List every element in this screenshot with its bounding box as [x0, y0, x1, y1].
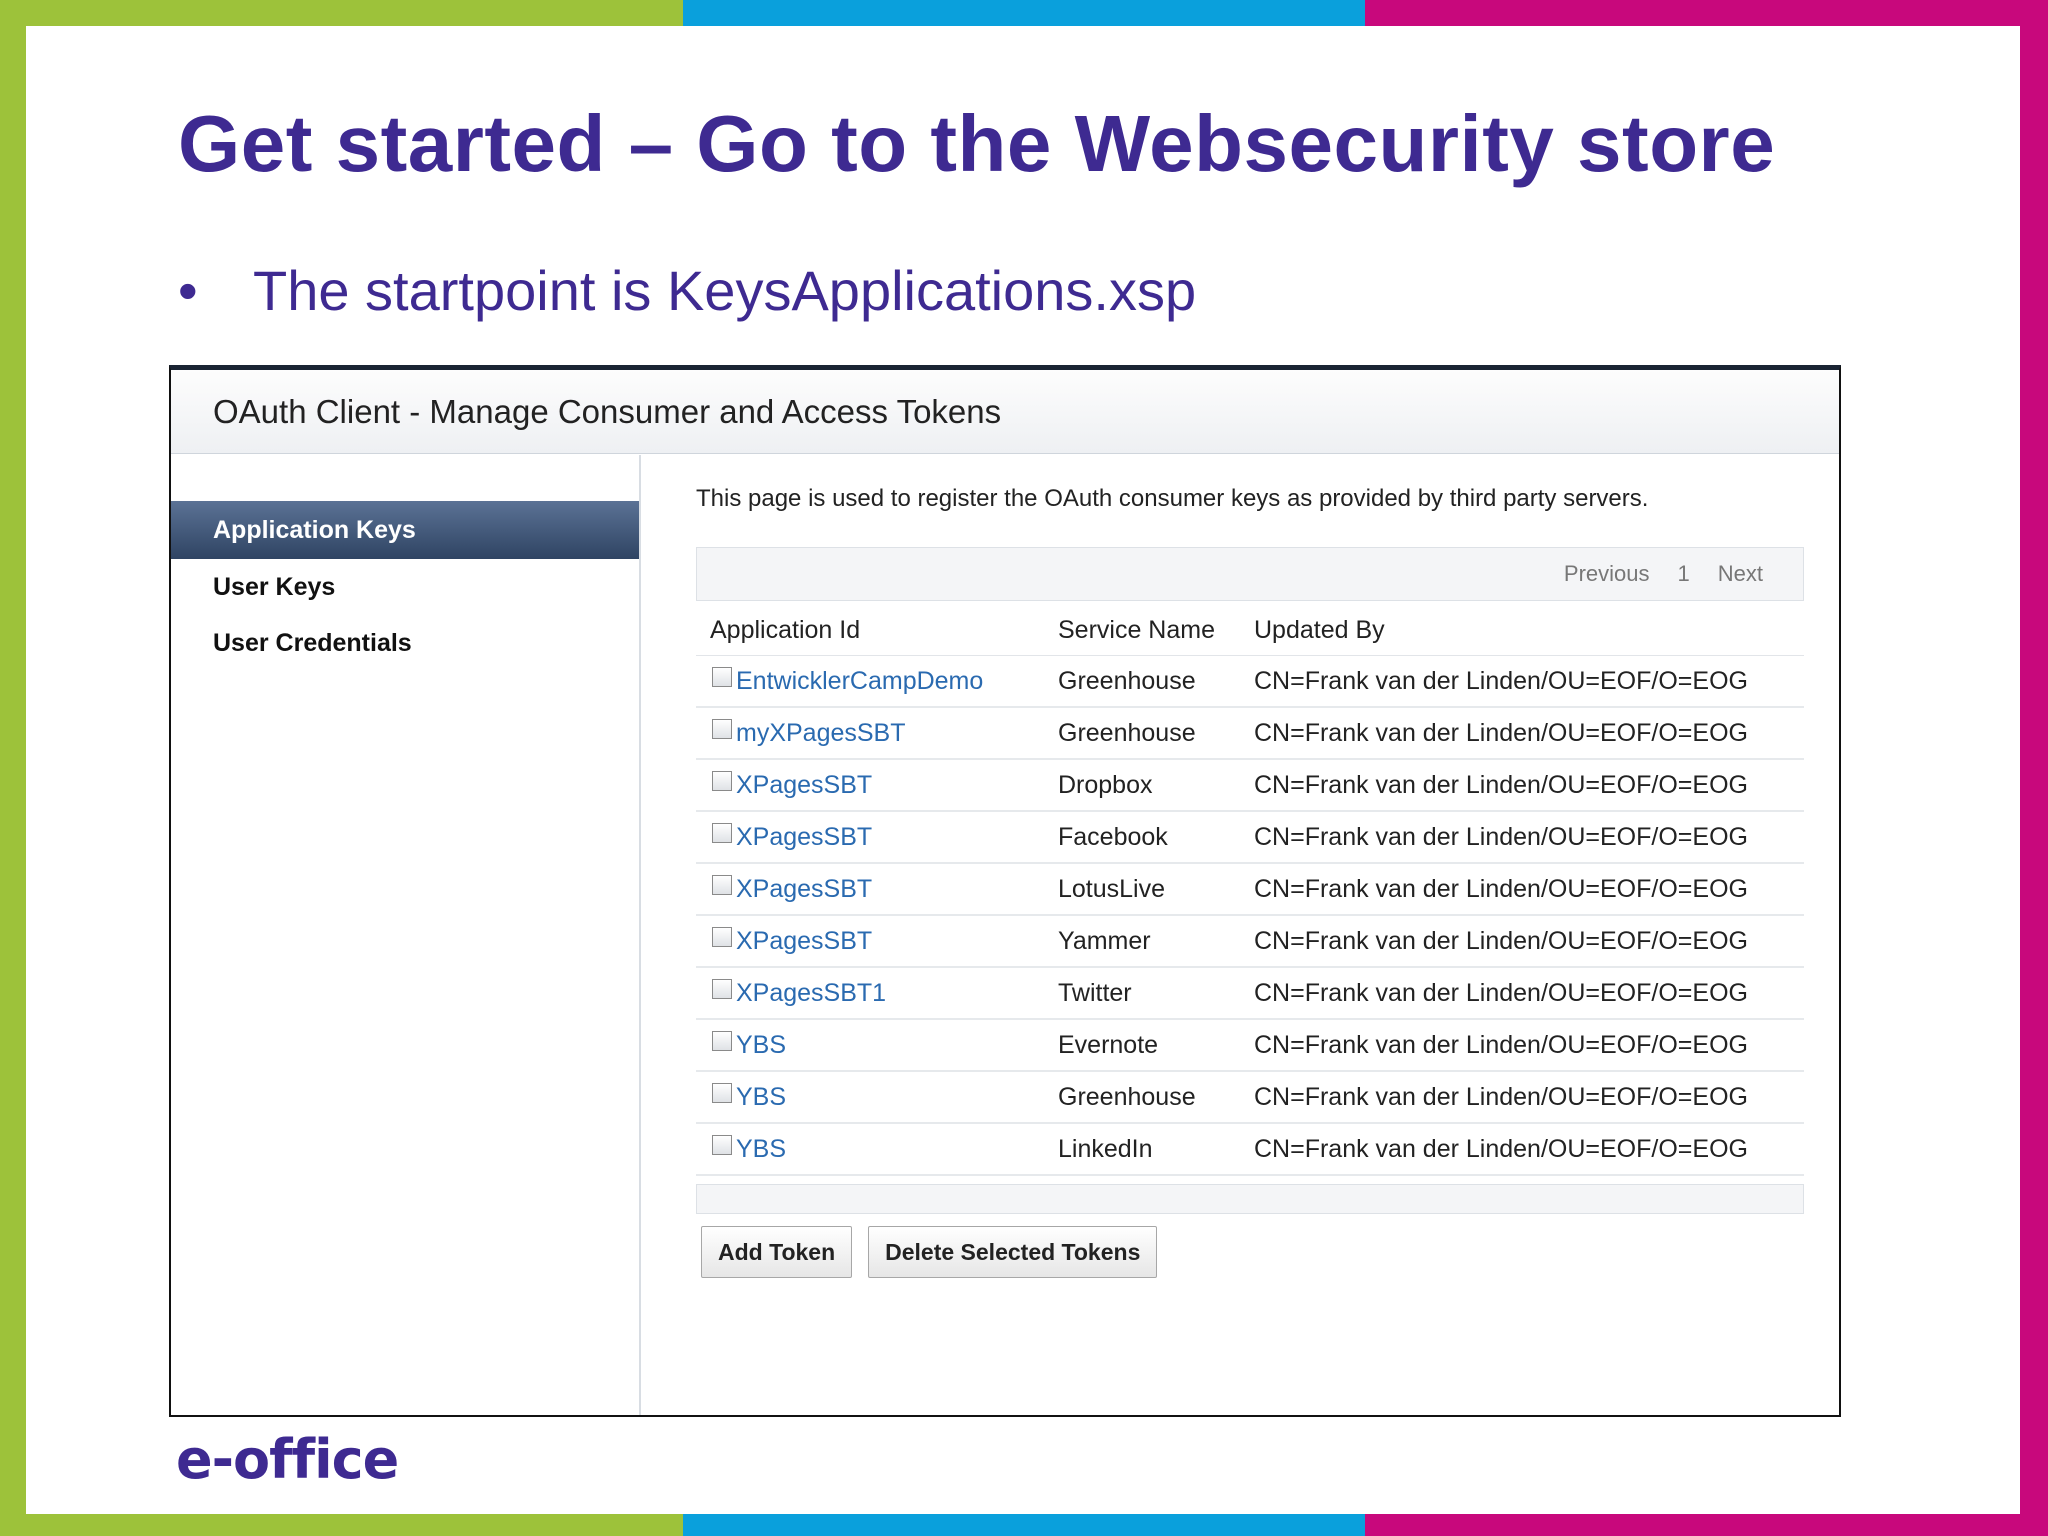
column-header-service-name: Service Name [1058, 605, 1254, 656]
bullet-dot: • [178, 259, 198, 322]
row-checkbox[interactable] [712, 719, 732, 739]
application-id-link[interactable]: YBS [736, 1135, 786, 1164]
application-id-link[interactable]: XPagesSBT [736, 771, 872, 800]
application-id-link[interactable]: XPagesSBT [736, 823, 872, 852]
table-row: EntwicklerCampDemo Greenhouse CN=Frank v… [696, 655, 1804, 708]
updated-by-cell: CN=Frank van der Linden/OU=EOF/O=EOG [1254, 655, 1804, 708]
application-id-link[interactable]: myXPagesSBT [736, 719, 906, 748]
service-name-cell: Twitter [1058, 967, 1254, 1020]
table-row: XPagesSBT Yammer CN=Frank van der Linden… [696, 915, 1804, 968]
service-name-cell: Evernote [1058, 1019, 1254, 1072]
button-bar: Add Token Delete Selected Tokens [696, 1226, 1805, 1278]
updated-by-cell: CN=Frank van der Linden/OU=EOF/O=EOG [1254, 863, 1804, 916]
service-name-cell: Greenhouse [1058, 655, 1254, 708]
application-id-link[interactable]: XPagesSBT1 [736, 979, 886, 1008]
row-checkbox[interactable] [712, 1031, 732, 1051]
sidebar-item-user-credentials[interactable]: User Credentials [171, 615, 639, 671]
main-content: This page is used to register the OAuth … [696, 455, 1805, 1415]
page-description: This page is used to register the OAuth … [696, 485, 1649, 512]
bullet-text: The startpoint is KeysApplications.xsp [253, 259, 1197, 322]
row-checkbox[interactable] [712, 979, 732, 999]
table-row: XPagesSBT Facebook CN=Frank van der Lind… [696, 811, 1804, 864]
service-name-cell: Greenhouse [1058, 707, 1254, 760]
application-id-link[interactable]: YBS [736, 1031, 786, 1060]
frame-bottom-magenta [1365, 1514, 2048, 1536]
service-name-cell: LotusLive [1058, 863, 1254, 916]
sidebar-item-application-keys[interactable]: Application Keys [171, 501, 639, 559]
pager-next-link[interactable]: Next [1718, 561, 1763, 587]
row-checkbox[interactable] [712, 823, 732, 843]
application-id-link[interactable]: EntwicklerCampDemo [736, 667, 983, 696]
pager: Previous 1 Next [696, 547, 1804, 601]
service-name-cell: Facebook [1058, 811, 1254, 864]
service-name-cell: LinkedIn [1058, 1123, 1254, 1176]
application-id-link[interactable]: XPagesSBT [736, 875, 872, 904]
sidebar-item-label: User Credentials [213, 628, 412, 657]
application-id-link[interactable]: XPagesSBT [736, 927, 872, 956]
table-footer-bar [696, 1184, 1804, 1214]
table-row: XPagesSBT Dropbox CN=Frank van der Linde… [696, 759, 1804, 812]
table-row: myXPagesSBT Greenhouse CN=Frank van der … [696, 707, 1804, 760]
service-name-cell: Yammer [1058, 915, 1254, 968]
frame-bottom-bar [0, 1514, 2048, 1536]
tokens-table: Application Id Service Name Updated By E… [696, 605, 1804, 1176]
updated-by-cell: CN=Frank van der Linden/OU=EOF/O=EOG [1254, 1123, 1804, 1176]
sidebar-item-label: User Keys [213, 572, 336, 601]
frame-right-bar [2020, 0, 2048, 1536]
frame-top-green [0, 0, 683, 26]
row-checkbox[interactable] [712, 927, 732, 947]
frame-bottom-green [0, 1514, 683, 1536]
frame-left-bar [0, 0, 26, 1536]
table-row: YBS Greenhouse CN=Frank van der Linden/O… [696, 1071, 1804, 1124]
app-header-title: OAuth Client - Manage Consumer and Acces… [213, 392, 1002, 430]
application-id-link[interactable]: YBS [736, 1083, 786, 1112]
pager-previous-link[interactable]: Previous [1564, 561, 1650, 587]
column-header-updated-by: Updated By [1254, 605, 1804, 656]
updated-by-cell: CN=Frank van der Linden/OU=EOF/O=EOG [1254, 1019, 1804, 1072]
sidebar-item-user-keys[interactable]: User Keys [171, 559, 639, 615]
column-header-application-id: Application Id [696, 605, 1058, 656]
e-office-logo: e-office [176, 1428, 399, 1491]
service-name-cell: Greenhouse [1058, 1071, 1254, 1124]
slide-title: Get started – Go to the Websecurity stor… [178, 99, 1776, 188]
app-screenshot: OAuth Client - Manage Consumer and Acces… [169, 365, 1841, 1417]
updated-by-cell: CN=Frank van der Linden/OU=EOF/O=EOG [1254, 1071, 1804, 1124]
frame-top-blue [682, 0, 1366, 26]
frame-bottom-blue [682, 1514, 1366, 1536]
pager-page-number[interactable]: 1 [1678, 561, 1690, 587]
delete-selected-tokens-button[interactable]: Delete Selected Tokens [868, 1226, 1158, 1278]
frame-top-bar [0, 0, 2048, 26]
row-checkbox[interactable] [712, 1083, 732, 1103]
add-token-button[interactable]: Add Token [701, 1226, 853, 1278]
updated-by-cell: CN=Frank van der Linden/OU=EOF/O=EOG [1254, 967, 1804, 1020]
table-row: YBS Evernote CN=Frank van der Linden/OU=… [696, 1019, 1804, 1072]
updated-by-cell: CN=Frank van der Linden/OU=EOF/O=EOG [1254, 811, 1804, 864]
row-checkbox[interactable] [712, 771, 732, 791]
table-header-row: Application Id Service Name Updated By [696, 605, 1804, 656]
service-name-cell: Dropbox [1058, 759, 1254, 812]
app-header: OAuth Client - Manage Consumer and Acces… [171, 370, 1839, 454]
sidebar-item-label: Application Keys [213, 515, 416, 544]
table-row: XPagesSBT LotusLive CN=Frank van der Lin… [696, 863, 1804, 916]
table-row: XPagesSBT1 Twitter CN=Frank van der Lind… [696, 967, 1804, 1020]
row-checkbox[interactable] [712, 875, 732, 895]
frame-top-magenta [1365, 0, 2048, 26]
updated-by-cell: CN=Frank van der Linden/OU=EOF/O=EOG [1254, 915, 1804, 968]
row-checkbox[interactable] [712, 1135, 732, 1155]
table-row: YBS LinkedIn CN=Frank van der Linden/OU=… [696, 1123, 1804, 1176]
updated-by-cell: CN=Frank van der Linden/OU=EOF/O=EOG [1254, 707, 1804, 760]
updated-by-cell: CN=Frank van der Linden/OU=EOF/O=EOG [1254, 759, 1804, 812]
sidebar: Application Keys User Keys User Credenti… [171, 455, 641, 1415]
row-checkbox[interactable] [712, 667, 732, 687]
